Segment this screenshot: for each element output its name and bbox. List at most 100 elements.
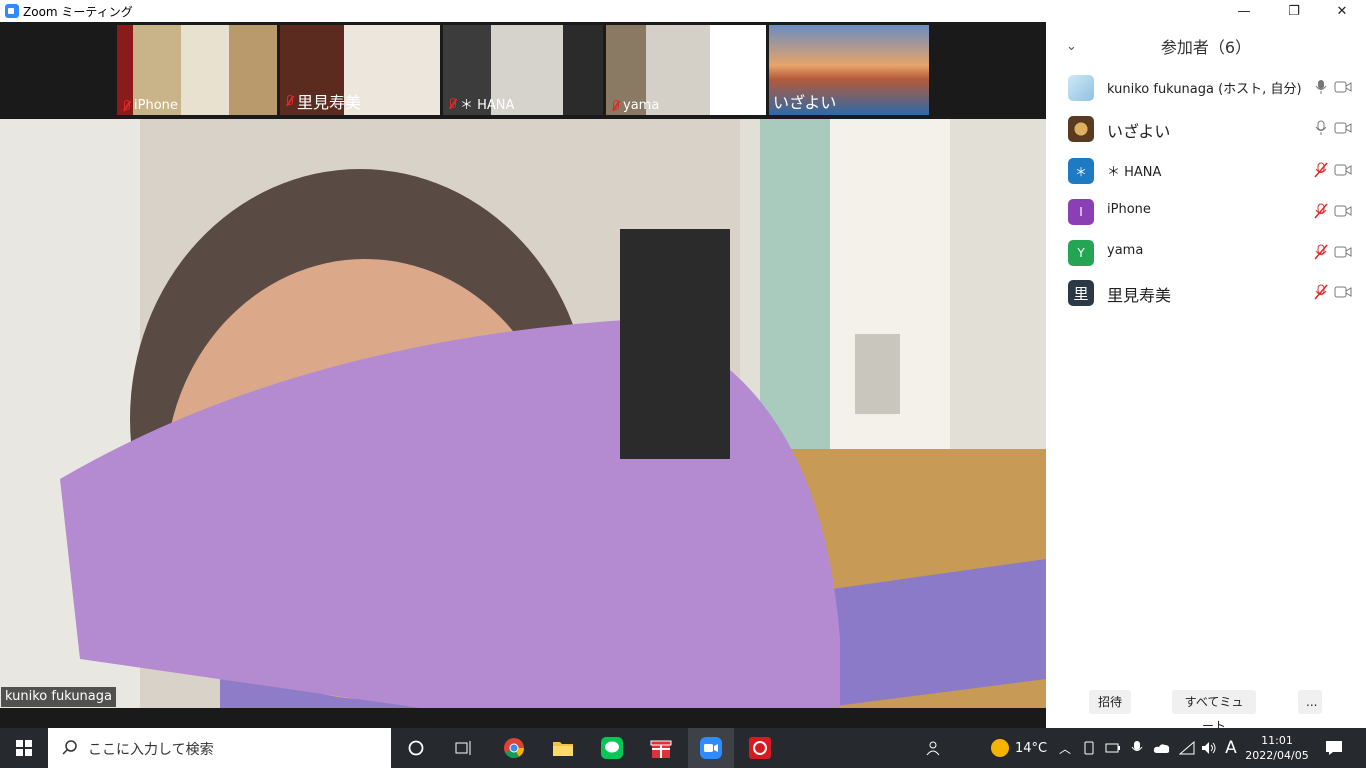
- clock[interactable]: 11:01 2022/04/05: [1244, 728, 1310, 768]
- window-title: Zoom ミーティング: [23, 5, 133, 19]
- clock-time: 11:01: [1261, 734, 1293, 747]
- security-app-icon: [749, 737, 771, 759]
- participant-row[interactable]: I iPhone: [1046, 192, 1366, 232]
- onedrive-tray-icon[interactable]: [1150, 728, 1174, 768]
- start-button[interactable]: [0, 728, 48, 768]
- video-camera-icon[interactable]: [1334, 81, 1352, 93]
- people-icon: [926, 741, 940, 756]
- weather-temperature: 14°C: [1014, 740, 1048, 756]
- invite-button[interactable]: 招待: [1089, 690, 1131, 714]
- speaker-icon: [1202, 742, 1216, 754]
- video-camera-icon[interactable]: [1334, 205, 1352, 217]
- file-explorer-button[interactable]: [543, 728, 583, 768]
- main-video[interactable]: [0, 119, 1046, 708]
- phone-link-icon: [1084, 741, 1094, 755]
- avatar: I: [1068, 199, 1094, 225]
- participant-row[interactable]: 里 里見寿美: [1046, 273, 1366, 313]
- avatar: Y: [1068, 240, 1094, 266]
- microphone-muted-icon[interactable]: [1314, 284, 1328, 300]
- zoom-icon: [700, 737, 722, 759]
- zoom-taskbar-button[interactable]: [688, 728, 734, 768]
- gallery-strip: iPhone 里見寿美 ＊ HANA yama いざよい: [0, 22, 1046, 119]
- mute-all-button[interactable]: すべてミュート: [1172, 690, 1256, 733]
- minimize-button[interactable]: —: [1221, 0, 1267, 22]
- mic-off-icon: [121, 99, 131, 112]
- clock-date: 2022/04/05: [1245, 749, 1309, 762]
- microphone-muted-icon[interactable]: [1314, 203, 1328, 219]
- tile-name: yama: [623, 98, 660, 113]
- close-button[interactable]: ✕: [1319, 0, 1365, 22]
- participant-name: iPhone: [1107, 202, 1151, 217]
- folder-icon: [553, 742, 573, 756]
- cortana-button[interactable]: [396, 728, 436, 768]
- tile-name: いざよい: [773, 93, 837, 112]
- chrome-taskbar-button[interactable]: [494, 728, 534, 768]
- video-tile-hana[interactable]: ＊ HANA: [443, 25, 603, 115]
- video-tile-satomi[interactable]: 里見寿美: [280, 25, 440, 115]
- speaker-video-frame: [0, 119, 1046, 708]
- microphone-icon[interactable]: [1314, 79, 1328, 95]
- avatar: 里: [1068, 280, 1094, 306]
- video-camera-icon[interactable]: [1334, 122, 1352, 134]
- weather-widget[interactable]: 14°C: [978, 728, 1060, 768]
- chrome-icon: [504, 738, 525, 759]
- video-camera-icon[interactable]: [1334, 164, 1352, 176]
- wifi-tray-icon[interactable]: [1176, 728, 1198, 768]
- line-app-button[interactable]: [592, 728, 632, 768]
- participant-name: 里見寿美: [1107, 286, 1172, 305]
- participant-row[interactable]: ＊ ＊ HANA: [1046, 151, 1366, 191]
- microphone-icon[interactable]: [1314, 120, 1328, 136]
- video-tile-izayoi[interactable]: いざよい: [769, 25, 929, 115]
- speaker-name-label: kuniko fukunaga: [1, 687, 116, 707]
- search-icon: [62, 740, 77, 755]
- gift-icon: [650, 740, 672, 758]
- participant-name: ＊ HANA: [1107, 165, 1162, 180]
- microphone-muted-icon[interactable]: [1314, 244, 1328, 260]
- tile-name: iPhone: [134, 98, 178, 113]
- maximize-button[interactable]: ❐: [1271, 0, 1317, 22]
- notifications-button[interactable]: [1318, 728, 1350, 768]
- microphone-tray-icon[interactable]: [1126, 728, 1148, 768]
- taskbar-search[interactable]: ここに入力して検索: [48, 728, 391, 768]
- task-view-button[interactable]: [444, 728, 484, 768]
- taskbar: ここに入力して検索 14°C ︿ A 11:01 2022/04/05: [0, 728, 1366, 768]
- wifi-icon: [1179, 741, 1195, 755]
- cortana-circle-icon: [408, 740, 424, 756]
- participant-name: kuniko fukunaga (ホスト, 自分): [1107, 82, 1302, 97]
- participant-name: いざよい: [1107, 122, 1171, 141]
- battery-tray-icon[interactable]: [1102, 728, 1124, 768]
- battery-icon: [1105, 743, 1120, 753]
- participants-panel: ⌄ 参加者（6） kuniko fukunaga (ホスト, 自分) いざよい …: [1046, 22, 1366, 733]
- more-options-button[interactable]: ...: [1298, 690, 1322, 714]
- trend-micro-button[interactable]: [740, 728, 780, 768]
- tile-name: 里見寿美: [297, 93, 362, 112]
- tile-name: ＊ HANA: [460, 98, 515, 113]
- video-camera-icon[interactable]: [1334, 286, 1352, 298]
- video-tile-yama[interactable]: yama: [606, 25, 766, 115]
- title-bar: Zoom ミーティング: [0, 0, 1046, 22]
- participant-row[interactable]: いざよい: [1046, 109, 1366, 149]
- line-icon: [601, 737, 623, 759]
- sun-icon: [990, 739, 1009, 757]
- zoom-app-icon: [5, 4, 19, 18]
- gift-app-button[interactable]: [641, 728, 681, 768]
- volume-tray-icon[interactable]: [1198, 728, 1220, 768]
- panel-title: 参加者（6）: [1160, 38, 1252, 57]
- people-button[interactable]: [920, 728, 948, 768]
- task-view-icon: [455, 741, 471, 755]
- mic-off-icon: [284, 95, 294, 107]
- participant-row[interactable]: kuniko fukunaga (ホスト, 自分): [1046, 68, 1366, 108]
- video-tile-iphone[interactable]: iPhone: [117, 25, 277, 115]
- microphone-muted-icon[interactable]: [1314, 162, 1328, 178]
- microphone-icon: [1131, 741, 1143, 751]
- mic-off-icon: [447, 97, 457, 110]
- chevron-up-icon[interactable]: ︿: [1056, 728, 1074, 768]
- mic-off-icon: [610, 99, 620, 112]
- ime-indicator[interactable]: A: [1220, 728, 1242, 768]
- video-camera-icon[interactable]: [1334, 246, 1352, 258]
- participant-row[interactable]: Y yama: [1046, 233, 1366, 273]
- participant-name: yama: [1107, 243, 1144, 258]
- meeting-controls-bar: [0, 708, 1046, 728]
- device-tray-icon[interactable]: [1078, 728, 1100, 768]
- avatar: [1068, 75, 1094, 101]
